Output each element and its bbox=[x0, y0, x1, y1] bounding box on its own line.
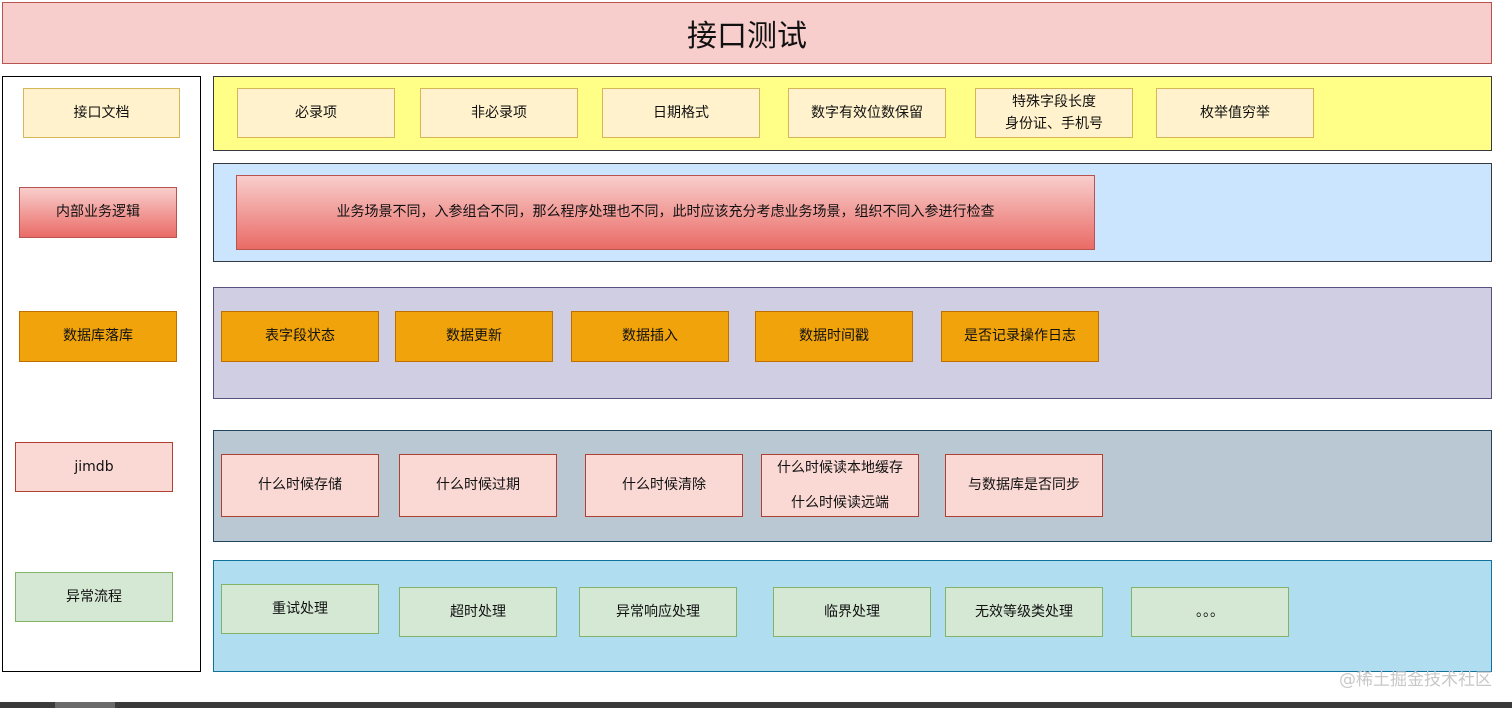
node-boundary: 临界处理 bbox=[773, 587, 931, 637]
node-when-clear: 什么时候清除 bbox=[585, 454, 743, 517]
category-api-doc: 接口文档 bbox=[23, 88, 180, 138]
node-retry: 重试处理 bbox=[221, 584, 379, 634]
node-date-format: 日期格式 bbox=[602, 88, 760, 138]
node-more: 。。。 bbox=[1131, 587, 1289, 637]
node-invalid-level: 无效等级类处理 bbox=[945, 587, 1103, 637]
node-optional-field: 非必录项 bbox=[420, 88, 578, 138]
node-business-scenario: 业务场景不同，入参组合不同，那么程序处理也不同，此时应该充分考虑业务场景，组织不… bbox=[236, 175, 1095, 250]
scrollbar-thumb[interactable] bbox=[55, 702, 115, 708]
node-db-sync: 与数据库是否同步 bbox=[945, 454, 1103, 517]
horizontal-scrollbar[interactable] bbox=[0, 702, 1512, 708]
node-data-timestamp: 数据时间戳 bbox=[755, 311, 913, 362]
node-timeout: 超时处理 bbox=[399, 587, 557, 637]
node-special-field-length: 特殊字段长度 身份证、手机号 bbox=[975, 88, 1133, 138]
node-decimal-precision: 数字有效位数保留 bbox=[788, 88, 946, 138]
node-error-response: 异常响应处理 bbox=[579, 587, 737, 637]
category-jimdb: jimdb bbox=[15, 442, 173, 492]
node-when-expire: 什么时候过期 bbox=[399, 454, 557, 517]
node-data-update: 数据更新 bbox=[395, 311, 553, 362]
node-when-store: 什么时候存储 bbox=[221, 454, 379, 517]
node-enum-exhaustive: 枚举值穷举 bbox=[1156, 88, 1314, 138]
node-required-field: 必录项 bbox=[237, 88, 395, 138]
node-data-insert: 数据插入 bbox=[571, 311, 729, 362]
category-business-logic: 内部业务逻辑 bbox=[19, 187, 177, 238]
category-database: 数据库落库 bbox=[19, 311, 177, 362]
category-exception: 异常流程 bbox=[15, 572, 173, 622]
page-title: 接口测试 bbox=[2, 2, 1492, 64]
node-local-remote-cache: 什么时候读本地缓存 什么时候读远端 bbox=[761, 454, 919, 517]
node-table-field-status: 表字段状态 bbox=[221, 311, 379, 362]
page-title-text: 接口测试 bbox=[687, 19, 807, 54]
node-operation-log: 是否记录操作日志 bbox=[941, 311, 1099, 362]
watermark: @稀土掘金技术社区 bbox=[1339, 670, 1492, 690]
